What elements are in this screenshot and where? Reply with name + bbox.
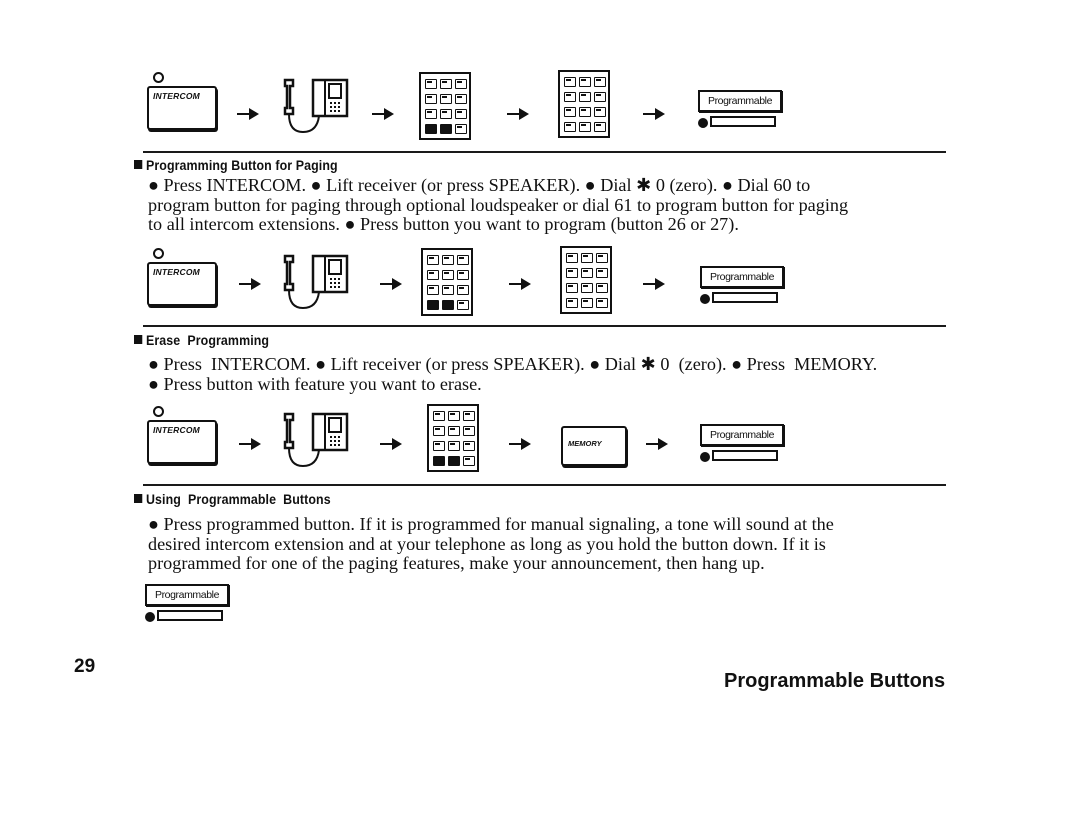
- body-line: programmed for one of the paging feature…: [148, 553, 765, 573]
- arrow-right-icon: [646, 438, 668, 450]
- page-title: Programmable Buttons: [724, 670, 946, 692]
- arrow-right-icon: [643, 278, 665, 290]
- led-indicator-icon: [153, 406, 164, 417]
- programmable-label: Programmable: [700, 424, 784, 446]
- flow-diagram-1: INTERCOM Programmable: [147, 70, 947, 146]
- body-line: desired intercom extension and at your t…: [148, 533, 826, 554]
- arrow-right-icon: [509, 438, 531, 450]
- intercom-label: INTERCOM: [153, 91, 200, 101]
- led-dot-icon: [698, 118, 708, 128]
- led-indicator-icon: [153, 248, 164, 259]
- intercom-label: INTERCOM: [153, 267, 200, 277]
- body-line: program button for paging through option…: [148, 194, 849, 215]
- section-body: ● Press INTERCOM. ● Lift receiver (or pr…: [148, 175, 948, 235]
- label-slot: [157, 610, 223, 621]
- programmable-label: Programmable: [700, 266, 784, 288]
- label-slot: [710, 116, 776, 127]
- body-line: ● Press INTERCOM. ● Lift receiver (or pr…: [148, 354, 878, 374]
- dial-keypad-star-icon: [427, 404, 479, 472]
- arrow-right-icon: [507, 108, 529, 120]
- dial-keypad-star-icon: [421, 248, 473, 316]
- body-line: ● Press programmed button. If it is prog…: [148, 514, 834, 534]
- led-dot-icon: [700, 294, 710, 304]
- arrow-right-icon: [239, 438, 261, 450]
- body-line: to all intercom extensions. ● Press butt…: [148, 214, 739, 234]
- arrow-right-icon: [380, 438, 402, 450]
- body-line: ● Press INTERCOM. ● Lift receiver (or pr…: [148, 175, 811, 195]
- intercom-label: INTERCOM: [153, 425, 200, 435]
- arrow-right-icon: [239, 278, 261, 290]
- divider: [143, 325, 946, 327]
- page-number: 29: [74, 656, 96, 677]
- label-slot: [712, 450, 778, 461]
- section-body: ● Press INTERCOM. ● Lift receiver (or pr…: [148, 354, 948, 394]
- section-heading: Erase Programming: [134, 333, 269, 348]
- led-dot-icon: [145, 612, 155, 622]
- section-heading: Programming Button for Paging: [134, 158, 338, 173]
- arrow-right-icon: [372, 108, 394, 120]
- section-body: ● Press programmed button. If it is prog…: [148, 514, 948, 574]
- flow-diagram-2: INTERCOM Programmable: [147, 246, 947, 322]
- handset-phone-icon: [283, 78, 349, 134]
- flow-diagram-3: INTERCOM MEMORY Programmable: [147, 404, 947, 480]
- arrow-right-icon: [237, 108, 259, 120]
- dial-keypad-star-icon: [419, 72, 471, 140]
- label-slot: [712, 292, 778, 303]
- led-indicator-icon: [153, 72, 164, 83]
- handset-phone-icon: [283, 412, 349, 468]
- programmable-label: Programmable: [145, 584, 229, 606]
- dial-keypad-digits-icon: [560, 246, 612, 314]
- section-heading: Using Programmable Buttons: [134, 492, 331, 507]
- arrow-right-icon: [509, 278, 531, 290]
- arrow-right-icon: [643, 108, 665, 120]
- arrow-right-icon: [380, 278, 402, 290]
- body-line: ● Press button with feature you want to …: [148, 373, 482, 394]
- divider: [143, 484, 946, 486]
- programmable-label: Programmable: [698, 90, 782, 112]
- dial-keypad-digits-icon: [558, 70, 610, 138]
- divider: [143, 151, 946, 153]
- handset-phone-icon: [283, 254, 349, 310]
- memory-label: MEMORY: [568, 439, 602, 448]
- led-dot-icon: [700, 452, 710, 462]
